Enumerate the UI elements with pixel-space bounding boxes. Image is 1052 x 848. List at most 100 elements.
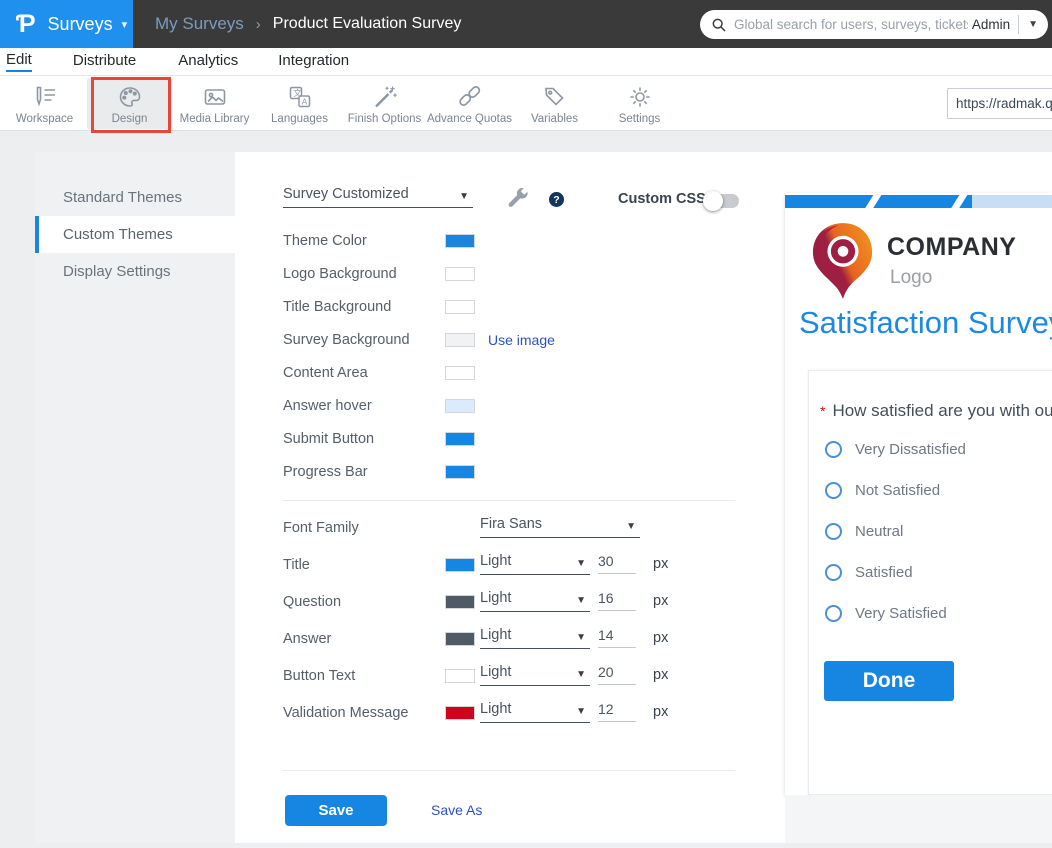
search-input[interactable] xyxy=(734,17,968,32)
row-title-font: Title Light▼ px xyxy=(283,551,753,579)
radio-icon[interactable] xyxy=(825,564,842,581)
answer-weight-select[interactable]: Light▼ xyxy=(480,627,590,649)
content-area-swatch[interactable] xyxy=(445,366,475,380)
app-name: Surveys xyxy=(48,14,113,35)
radio-icon[interactable] xyxy=(825,605,842,622)
workspace-icon xyxy=(32,84,58,110)
toolbar-finish-options[interactable]: Finish Options xyxy=(342,78,427,129)
preview-option-not-satisfied[interactable]: Not Satisfied xyxy=(825,482,940,499)
chevron-down-icon: ▼ xyxy=(576,669,586,680)
validation-message-color-swatch[interactable] xyxy=(445,706,475,720)
required-asterisk: * xyxy=(820,403,825,419)
divider xyxy=(283,500,735,501)
divider xyxy=(1018,15,1019,34)
tab-analytics[interactable]: Analytics xyxy=(178,52,238,71)
chevron-down-icon: ▾ xyxy=(122,18,128,31)
sidebar-item-custom-themes[interactable]: Custom Themes xyxy=(35,216,235,253)
admin-user-label[interactable]: Admin xyxy=(972,17,1010,32)
svg-text:A: A xyxy=(301,97,307,107)
sidebar-item-display-settings[interactable]: Display Settings xyxy=(35,253,235,290)
survey-preview-card: COMPANY Logo Satisfaction Survey * How s… xyxy=(785,193,1052,795)
row-theme-color: Theme Color xyxy=(283,227,743,255)
theme-editor-panel: Survey Customized ▼ ? Custom CSS Theme C… xyxy=(235,152,1052,843)
breadcrumb: My Surveys › Product Evaluation Survey xyxy=(155,0,461,48)
tab-distribute[interactable]: Distribute xyxy=(73,52,136,71)
row-question-font: Question Light▼ px xyxy=(283,588,753,616)
survey-url-field[interactable] xyxy=(947,88,1052,119)
radio-icon[interactable] xyxy=(825,441,842,458)
breadcrumb-my-surveys[interactable]: My Surveys xyxy=(155,14,244,34)
preview-option-satisfied[interactable]: Satisfied xyxy=(825,564,913,581)
breadcrumb-separator: › xyxy=(256,16,261,33)
toolbar-languages[interactable]: 文 A Languages xyxy=(257,78,342,129)
title-font-color-swatch[interactable] xyxy=(445,558,475,572)
preview-option-neutral[interactable]: Neutral xyxy=(825,523,903,540)
validation-weight-select[interactable]: Light▼ xyxy=(480,701,590,723)
chevron-down-icon: ▼ xyxy=(459,191,469,202)
tab-integration[interactable]: Integration xyxy=(278,52,349,71)
validation-size-input[interactable] xyxy=(598,701,636,722)
question-size-input[interactable] xyxy=(598,590,636,611)
row-answer-font: Answer Light▼ px xyxy=(283,625,753,653)
button-text-weight-select[interactable]: Light▼ xyxy=(480,664,590,686)
font-family-select[interactable]: Fira Sans ▼ xyxy=(480,516,640,538)
preview-progress-bar xyxy=(785,195,1052,208)
image-icon xyxy=(202,84,228,110)
admin-dropdown-caret-icon[interactable]: ▼ xyxy=(1028,19,1038,30)
submit-button-swatch[interactable] xyxy=(445,432,475,446)
row-title-background: Title Background xyxy=(283,293,743,321)
divider xyxy=(283,770,735,771)
preview-question: * How satisfied are you with our xyxy=(820,401,1052,421)
help-icon[interactable]: ? xyxy=(549,192,564,207)
sidebar-item-standard-themes[interactable]: Standard Themes xyxy=(35,179,235,216)
question-font-color-swatch[interactable] xyxy=(445,595,475,609)
answer-size-input[interactable] xyxy=(598,627,636,648)
toggle-knob xyxy=(703,191,723,211)
save-button[interactable]: Save xyxy=(285,795,387,826)
toolbar-settings[interactable]: Settings xyxy=(597,78,682,129)
gear-icon xyxy=(627,84,653,110)
survey-background-swatch[interactable] xyxy=(445,333,475,347)
question-weight-select[interactable]: Light▼ xyxy=(480,590,590,612)
preview-option-very-dissatisfied[interactable]: Very Dissatisfied xyxy=(825,441,966,458)
row-font-family: Font Family Fira Sans ▼ xyxy=(283,514,753,542)
theme-select[interactable]: Survey Customized ▼ xyxy=(283,186,473,208)
magic-wand-icon xyxy=(372,84,398,110)
radio-icon[interactable] xyxy=(825,523,842,540)
row-progress-bar: Progress Bar xyxy=(283,458,743,486)
global-search-bar[interactable]: Admin ▼ xyxy=(700,10,1048,39)
toolbar-media-library[interactable]: Media Library xyxy=(172,78,257,129)
title-size-input[interactable] xyxy=(598,553,636,574)
custom-css-toggle[interactable] xyxy=(705,194,739,208)
button-text-color-swatch[interactable] xyxy=(445,669,475,683)
toolbar-advance-quotas[interactable]: Advance Quotas xyxy=(427,78,512,129)
wrench-icon[interactable] xyxy=(505,185,531,211)
preview-done-button[interactable]: Done xyxy=(824,661,954,701)
preview-question-card: * How satisfied are you with our Very Di… xyxy=(808,370,1052,795)
preview-survey-title: Satisfaction Survey xyxy=(799,305,1052,341)
button-text-size-input[interactable] xyxy=(598,664,636,685)
translate-icon: 文 A xyxy=(287,84,313,110)
toolbar-variables[interactable]: Variables xyxy=(512,78,597,129)
row-logo-background: Logo Background xyxy=(283,260,743,288)
radio-icon[interactable] xyxy=(825,482,842,499)
proprofs-logo-icon: Ƥ xyxy=(16,10,36,39)
logo-background-swatch[interactable] xyxy=(445,267,475,281)
design-page: Standard Themes Custom Themes Display Se… xyxy=(0,131,1052,848)
progress-bar-swatch[interactable] xyxy=(445,465,475,479)
preview-logo-text: COMPANY xyxy=(887,233,1016,262)
theme-color-swatch[interactable] xyxy=(445,234,475,248)
answer-font-color-swatch[interactable] xyxy=(445,632,475,646)
answer-hover-swatch[interactable] xyxy=(445,399,475,413)
tab-edit[interactable]: Edit xyxy=(6,51,32,72)
save-as-link[interactable]: Save As xyxy=(431,802,482,818)
row-submit-button: Submit Button xyxy=(283,425,743,453)
row-button-text-font: Button Text Light▼ px xyxy=(283,662,753,690)
preview-option-very-satisfied[interactable]: Very Satisfied xyxy=(825,605,947,622)
app-logo-surveys-menu[interactable]: Ƥ Surveys ▾ xyxy=(0,0,133,48)
title-background-swatch[interactable] xyxy=(445,300,475,314)
title-weight-select[interactable]: Light▼ xyxy=(480,553,590,575)
use-image-link[interactable]: Use image xyxy=(488,332,555,348)
toolbar-workspace[interactable]: Workspace xyxy=(2,78,87,129)
row-validation-message-font: Validation Message Light▼ px xyxy=(283,699,753,727)
